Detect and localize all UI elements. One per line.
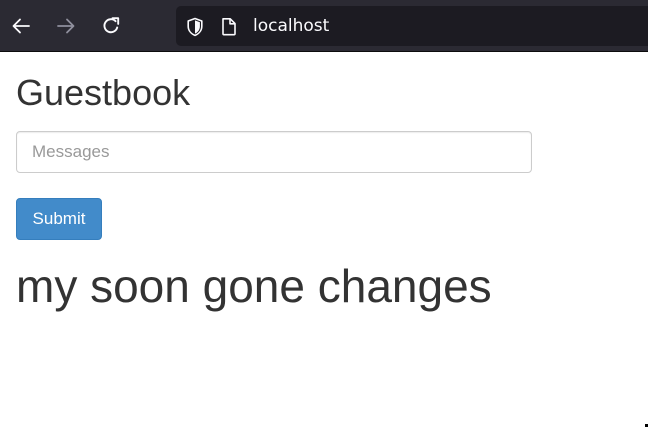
reload-icon xyxy=(103,17,120,34)
url-text[interactable]: localhost xyxy=(253,16,329,36)
reload-button[interactable] xyxy=(96,11,126,41)
arrow-right-icon xyxy=(57,18,75,34)
message-input[interactable] xyxy=(16,131,532,173)
url-bar[interactable]: localhost xyxy=(176,6,648,46)
browser-toolbar: localhost xyxy=(0,0,648,52)
back-button[interactable] xyxy=(6,11,36,41)
shield-icon[interactable] xyxy=(186,17,204,42)
guestbook-entry: my soon gone changes xyxy=(16,260,492,312)
page-icon[interactable] xyxy=(221,17,237,41)
submit-button[interactable]: Submit xyxy=(16,198,102,240)
arrow-left-icon xyxy=(12,18,30,34)
page-title: Guestbook xyxy=(16,72,191,113)
forward-button[interactable] xyxy=(51,11,81,41)
